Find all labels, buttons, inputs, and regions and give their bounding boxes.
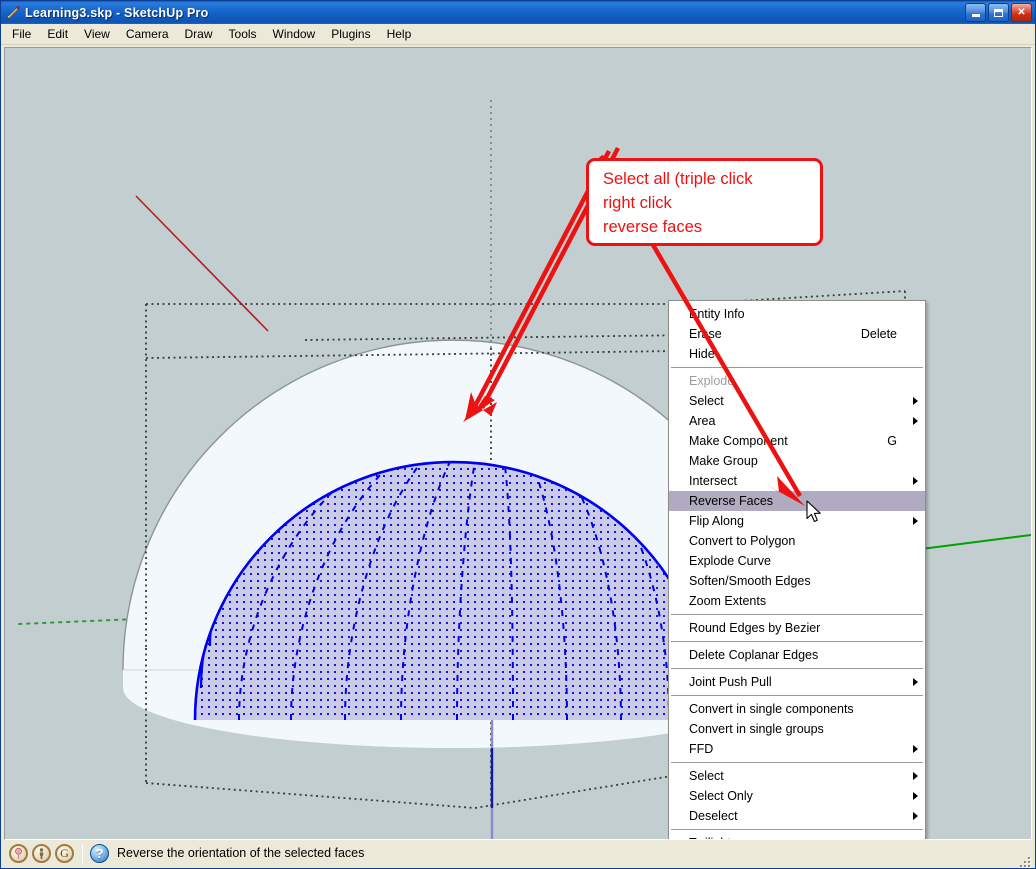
menu-item-make-component[interactable]: Make Component G: [669, 431, 925, 451]
chevron-right-icon: [913, 397, 918, 405]
status-divider: [82, 843, 83, 863]
context-menu[interactable]: Entity Info Erase Delete Hide Explode Se…: [668, 300, 926, 839]
menu-item-select-top[interactable]: Select: [669, 391, 925, 411]
menu-item-explode: Explode: [689, 374, 735, 388]
menu-item-ffd[interactable]: FFD: [669, 739, 925, 759]
menu-item-intersect[interactable]: Intersect: [669, 471, 925, 491]
menu-item-zoom-extents[interactable]: Zoom Extents: [669, 591, 925, 611]
model-viewport[interactable]: Select all (triple click right click rev…: [4, 47, 1032, 840]
maximize-button[interactable]: [988, 3, 1009, 22]
chevron-right-icon: [913, 772, 918, 780]
resize-grip[interactable]: [1016, 853, 1030, 867]
menu-item-joint-push-pull[interactable]: Joint Push Pull: [669, 672, 925, 692]
menu-view[interactable]: View: [76, 25, 118, 44]
menu-item-hide[interactable]: Hide: [669, 344, 925, 364]
accel-erase: Delete: [860, 327, 897, 341]
chevron-right-icon: [913, 417, 918, 425]
callout-line-2: right click: [603, 194, 672, 212]
chevron-right-icon: [913, 812, 918, 820]
menu-bar: File Edit View Camera Draw Tools Window …: [1, 24, 1035, 45]
menu-item-deselect[interactable]: Deselect: [669, 806, 925, 826]
menu-file[interactable]: File: [4, 25, 39, 44]
body-area: Select all (triple click right click rev…: [1, 45, 1035, 868]
menu-item-area[interactable]: Area: [669, 411, 925, 431]
menu-item-soften-smooth-edges[interactable]: Soften/Smooth Edges: [669, 571, 925, 591]
close-button[interactable]: ✕: [1011, 3, 1032, 22]
menu-item-convert-in-single-groups[interactable]: Convert in single groups: [669, 719, 925, 739]
menu-item-entity-info[interactable]: Entity Info: [669, 304, 925, 324]
chevron-right-icon: [913, 477, 918, 485]
accel-make-component: G: [887, 434, 897, 448]
menu-item-erase[interactable]: Erase Delete: [669, 324, 925, 344]
person-icon[interactable]: [32, 843, 51, 863]
menu-help[interactable]: Help: [379, 25, 420, 44]
annotation-callout: Select all (triple click right click rev…: [586, 158, 823, 246]
chevron-right-icon: [913, 792, 918, 800]
status-message: Reverse the orientation of the selected …: [117, 846, 365, 860]
menu-item-explode-curve[interactable]: Explode Curve: [669, 551, 925, 571]
menu-item-reverse-faces[interactable]: Reverse Faces: [669, 491, 925, 511]
menu-separator: [671, 641, 923, 642]
menu-item-twilight[interactable]: Twilight: [669, 833, 925, 839]
minimize-button[interactable]: [965, 3, 986, 22]
menu-draw[interactable]: Draw: [177, 25, 221, 44]
title-bar[interactable]: Learning3.skp - SketchUp Pro ✕: [1, 1, 1035, 24]
menu-item-flip-along[interactable]: Flip Along: [669, 511, 925, 531]
chevron-right-icon: [913, 517, 918, 525]
window-title: Learning3.skp - SketchUp Pro: [25, 5, 209, 20]
menu-item-delete-coplanar-edges[interactable]: Delete Coplanar Edges: [669, 645, 925, 665]
application-window: Learning3.skp - SketchUp Pro ✕ File Edit…: [0, 0, 1036, 869]
callout-line-1: Select all (triple click: [603, 170, 753, 188]
callout-line-3: reverse faces: [603, 218, 703, 236]
menu-item-make-group[interactable]: Make Group: [669, 451, 925, 471]
menu-window[interactable]: Window: [265, 25, 324, 44]
status-bar: G ? Reverse the orientation of the selec…: [4, 840, 1032, 868]
menu-separator: [671, 762, 923, 763]
menu-item-convert-to-polygon[interactable]: Convert to Polygon: [669, 531, 925, 551]
menu-edit[interactable]: Edit: [39, 25, 76, 44]
chevron-right-icon: [913, 745, 918, 753]
location-pin-icon[interactable]: [9, 843, 28, 863]
menu-item-select[interactable]: Select: [669, 766, 925, 786]
google-g-icon[interactable]: G: [55, 843, 74, 863]
window-controls: ✕: [965, 3, 1032, 22]
menu-camera[interactable]: Camera: [118, 25, 177, 44]
menu-separator: [671, 367, 923, 368]
sketchup-pencil-icon: [5, 5, 21, 21]
menu-plugins[interactable]: Plugins: [323, 25, 378, 44]
menu-separator: [671, 614, 923, 615]
menu-separator: [671, 695, 923, 696]
mouse-cursor: [806, 500, 821, 523]
chevron-right-icon: [913, 678, 918, 686]
menu-separator: [671, 668, 923, 669]
menu-item-round-edges-by-bezier[interactable]: Round Edges by Bezier: [669, 618, 925, 638]
menu-item-convert-in-single-components[interactable]: Convert in single components: [669, 699, 925, 719]
help-icon[interactable]: ?: [90, 843, 109, 863]
menu-separator: [671, 829, 923, 830]
menu-item-select-only[interactable]: Select Only: [669, 786, 925, 806]
menu-tools[interactable]: Tools: [221, 25, 265, 44]
